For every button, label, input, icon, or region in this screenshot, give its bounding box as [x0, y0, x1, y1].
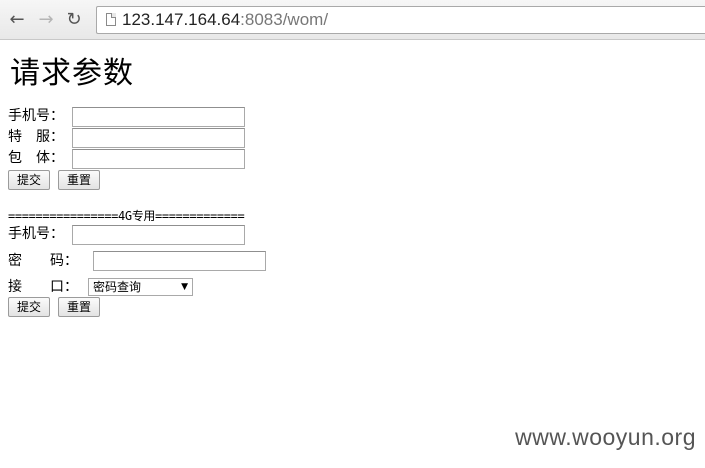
url-host: 123.147.164.64: [122, 10, 241, 29]
phone-label: 手机号：: [8, 108, 64, 124]
url-text: 123.147.164.64:8083/wom/: [122, 7, 328, 33]
dropdown-arrow-icon: ▼: [181, 282, 188, 292]
reset-button[interactable]: 重置: [58, 170, 100, 190]
browser-toolbar: ← → ↻ 123.147.164.64:8083/wom/: [0, 0, 705, 40]
section-separator: ================4G专用=============: [8, 209, 245, 223]
url-path: :8083/wom/: [240, 10, 329, 29]
phone-input[interactable]: [72, 107, 245, 127]
interface-select[interactable]: 密码查询 ▼: [88, 278, 193, 296]
service-input[interactable]: [72, 128, 245, 148]
submit-button[interactable]: 提交: [8, 170, 50, 190]
package-input[interactable]: [72, 149, 245, 169]
phone-4g-input[interactable]: [72, 225, 245, 245]
back-arrow-icon[interactable]: ←: [6, 9, 28, 31]
password-input[interactable]: [93, 251, 266, 271]
submit-4g-button[interactable]: 提交: [8, 297, 50, 317]
service-label: 特 服：: [8, 129, 64, 145]
interface-selected-value: 密码查询: [93, 280, 142, 294]
page-icon: [106, 13, 116, 26]
password-label: 密 码：: [8, 253, 78, 269]
address-bar[interactable]: 123.147.164.64:8083/wom/: [96, 6, 705, 34]
phone-4g-label: 手机号：: [8, 226, 64, 242]
reset-4g-button[interactable]: 重置: [58, 297, 100, 317]
package-label: 包 体：: [8, 150, 64, 166]
reload-icon[interactable]: ↻: [63, 9, 85, 31]
interface-label: 接 口：: [8, 279, 78, 295]
page-title: 请求参数: [10, 56, 134, 91]
forward-arrow-icon[interactable]: →: [35, 9, 57, 31]
watermark: www.wooyun.org: [515, 424, 696, 450]
